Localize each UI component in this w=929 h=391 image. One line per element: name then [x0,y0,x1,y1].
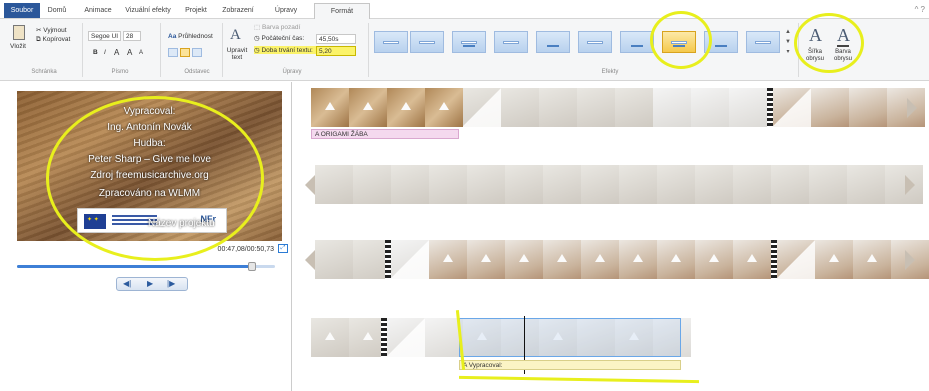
group-separator [222,23,223,77]
group-label-paragraph: Odstavec [184,69,210,75]
group-label-font: Písmo [111,69,129,75]
copy-label: Kopírovat [42,36,71,43]
align-left-button[interactable] [168,48,178,57]
edit-text-icon: A [230,27,241,43]
next-frame-icon[interactable]: |▶ [167,279,175,288]
previous-frame-icon[interactable]: ◀| [123,279,131,288]
seek-bar[interactable] [17,262,275,271]
effect-thumbnail[interactable] [578,31,612,53]
track-arrow-icon [907,98,917,118]
italic-button[interactable]: I [104,49,106,56]
transport-controls: ◀| ▶ |▶ [116,277,188,291]
clip-track[interactable] [311,88,925,127]
group-label-clipboard: Schránka [31,69,57,75]
grow-font-button[interactable]: A [127,48,132,57]
tab-home[interactable]: Domů [44,4,70,19]
effect-thumbnail[interactable] [410,31,444,53]
font-color-button[interactable]: A [114,48,119,57]
font-family-select[interactable]: Segoe UI [88,31,121,41]
storyboard: A ORIGAMI ŽÁBA A Vypracoval: [293,82,929,391]
paste-button[interactable]: Vložit [8,24,32,60]
ribbon-tabs: Soubor Domů Animace Vizuální efekty Proj… [0,0,929,20]
duration-select[interactable]: 5,20 [316,46,356,56]
play-icon[interactable]: ▶ [147,279,153,288]
seek-progress [17,265,252,268]
highlight-circle [794,13,864,73]
start-time-input[interactable]: 45,50s [316,34,356,44]
fullscreen-icon[interactable]: ⤢ [278,244,288,253]
effect-thumbnail[interactable] [452,31,486,53]
tab-format[interactable]: Formát [314,3,370,20]
cut-button[interactable]: ✂ Vyjmout [36,26,67,34]
background-color-button[interactable]: ⬚ Barva pozadí [254,23,300,31]
transparency-label: Průhlednost [178,33,213,40]
transparency-icon: Aa [168,33,179,40]
group-label-effects: Efekty [601,69,619,75]
seek-handle[interactable] [247,262,256,271]
duration-label: ◷ Doba trvání textu: [254,46,319,54]
group-separator [160,23,161,77]
effect-thumbnail[interactable] [374,31,408,53]
start-time-label: ◷ Počáteční čas: [254,34,304,42]
playback-time: 00:47,08/00:50,73 [217,246,274,253]
caption-label: Vypracoval: [468,362,503,369]
transparency-button[interactable]: Aa Průhlednost [168,33,213,40]
track-arrow-icon [305,175,315,195]
effect-thumbnail[interactable] [620,31,654,53]
cut-label: Vyjmout [43,27,67,34]
text-caption-selected[interactable]: A Vypracoval: [459,360,681,370]
tab-visual-effects[interactable]: Vizuální efekty [122,4,174,19]
tab-project[interactable]: Projekt [180,4,212,19]
shrink-font-button[interactable]: A [139,50,143,56]
highlight-stroke [458,375,700,384]
preview-pane: Vypracoval: Ing. Antonín Novák Hudba: Pe… [0,82,292,391]
bold-button[interactable]: B [93,49,98,56]
selected-clip[interactable] [459,318,681,357]
edit-text-button[interactable]: A Upravit text [226,27,248,67]
group-label-adjust: Úpravy [282,69,302,75]
effect-thumbnail[interactable] [746,31,780,53]
minimize-ribbon-icon[interactable]: ^ ? [915,5,925,14]
ribbon: Vložit ✂ Vyjmout ⧉ Kopírovat Schránka Se… [0,11,929,81]
start-time-text: Počáteční čas: [261,35,305,42]
align-right-button[interactable] [192,48,202,57]
tab-animations[interactable]: Animace [80,4,116,19]
track-arrow-icon [905,250,915,270]
font-size-select[interactable]: 28 [123,31,141,41]
align-center-button[interactable] [180,48,190,57]
effect-thumbnail[interactable] [494,31,528,53]
caption-label: ORIGAMI ŽÁBA [320,131,368,138]
tab-edit[interactable]: Úpravy [270,4,302,19]
track-arrow-icon [905,175,915,195]
clip-track[interactable] [315,165,923,204]
highlight-circle [46,96,264,261]
group-separator [368,23,369,77]
effect-thumbnail[interactable] [536,31,570,53]
tab-view[interactable]: Zobrazení [219,4,257,19]
paint-bucket-icon: ⬚ [254,24,262,31]
group-separator [82,23,83,77]
clip-track[interactable] [315,240,929,279]
tab-file[interactable]: Soubor [4,3,40,18]
text-caption[interactable]: A ORIGAMI ŽÁBA [311,129,459,139]
background-color-label: Barva pozadí [261,24,301,31]
effects-scroll-icon[interactable]: ▲ ▼ ▾ [784,27,792,59]
copy-button[interactable]: ⧉ Kopírovat [36,36,70,44]
clipboard-icon [13,25,25,40]
edit-text-label: Upravit text [226,47,248,61]
highlight-circle [650,11,712,69]
track-arrow-icon [305,250,315,270]
duration-text: Doba trvání textu: [261,47,313,54]
paste-label: Vložit [10,43,26,50]
